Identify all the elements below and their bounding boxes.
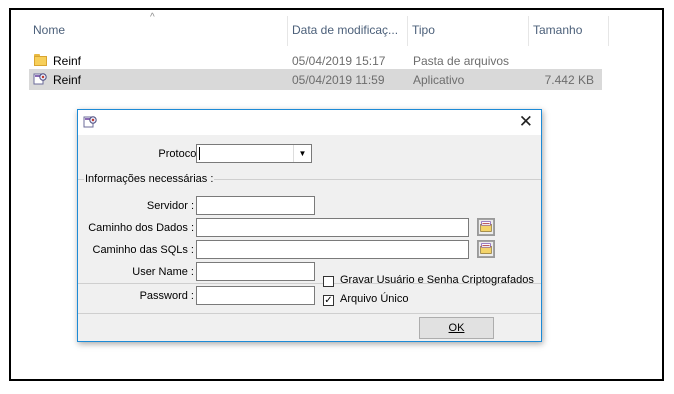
file-date: 05/04/2019 11:59 — [292, 73, 385, 87]
text-cursor — [199, 147, 200, 160]
servidor-label: Servidor : — [146, 200, 194, 212]
servidor-input[interactable] — [196, 196, 315, 215]
column-header-bar: ^ Nome Data de modificaç... Tipo Tamanho — [11, 10, 662, 50]
application-icon — [33, 73, 47, 85]
file-size: 7.442 KB — [544, 73, 594, 87]
browse-folder-icon[interactable] — [477, 240, 495, 258]
column-size[interactable]: Tamanho — [533, 23, 582, 37]
file-row-selected[interactable]: Reinf 05/04/2019 11:59 Aplicativo 7.442 … — [29, 69, 602, 90]
protocolo-select[interactable]: ▼ — [196, 144, 312, 163]
arquivo-unico-checkbox[interactable]: ✓ — [323, 295, 334, 306]
password-label: Password : — [139, 290, 194, 302]
file-type: Pasta de arquivos — [413, 54, 510, 68]
ok-button-label: OK — [448, 322, 465, 334]
password-input[interactable] — [196, 286, 315, 305]
caminho-dados-input[interactable] — [196, 218, 469, 237]
divider — [78, 313, 541, 314]
file-row[interactable]: Reinf 05/04/2019 15:17 Pasta de arquivos — [29, 50, 602, 71]
browse-folder-icon[interactable] — [477, 218, 495, 236]
file-name: Reinf — [53, 73, 82, 87]
application-icon — [83, 116, 97, 128]
file-name: Reinf — [53, 54, 82, 68]
gravar-checkbox[interactable] — [323, 276, 334, 287]
caminho-dados-label: Caminho dos Dados : — [88, 222, 194, 234]
user-name-label: User Name : — [132, 266, 194, 278]
config-dialog: ✕ Protocolo : ▼ Informações necessárias … — [77, 109, 542, 342]
column-divider[interactable] — [407, 16, 408, 46]
explorer-window: ^ Nome Data de modificaç... Tipo Tamanho… — [9, 8, 664, 381]
user-name-input[interactable] — [196, 262, 315, 281]
caminho-sqls-label: Caminho das SQLs : — [92, 244, 195, 256]
column-divider[interactable] — [608, 16, 609, 46]
required-info-group: Informações necessárias : Servidor : Cam… — [78, 173, 541, 284]
sort-caret-icon: ^ — [150, 12, 155, 23]
close-icon[interactable]: ✕ — [519, 112, 533, 132]
column-type[interactable]: Tipo — [412, 23, 435, 37]
ok-button[interactable]: OK — [419, 317, 494, 339]
caminho-sqls-input[interactable] — [196, 240, 469, 259]
column-date[interactable]: Data de modificaç... — [292, 23, 398, 37]
group-title: Informações necessárias : — [84, 173, 215, 185]
column-divider[interactable] — [287, 16, 288, 46]
column-divider[interactable] — [528, 16, 529, 46]
dialog-title-bar[interactable]: ✕ — [78, 110, 541, 135]
folder-icon — [34, 54, 47, 66]
gravar-checkbox-label[interactable]: Gravar Usuário e Senha Criptografados — [340, 274, 534, 286]
arquivo-unico-checkbox-label[interactable]: Arquivo Único — [340, 293, 408, 305]
column-name[interactable]: Nome — [33, 23, 65, 37]
file-type: Aplicativo — [413, 73, 465, 87]
chevron-down-icon[interactable]: ▼ — [293, 145, 311, 162]
file-date: 05/04/2019 15:17 — [292, 54, 386, 68]
